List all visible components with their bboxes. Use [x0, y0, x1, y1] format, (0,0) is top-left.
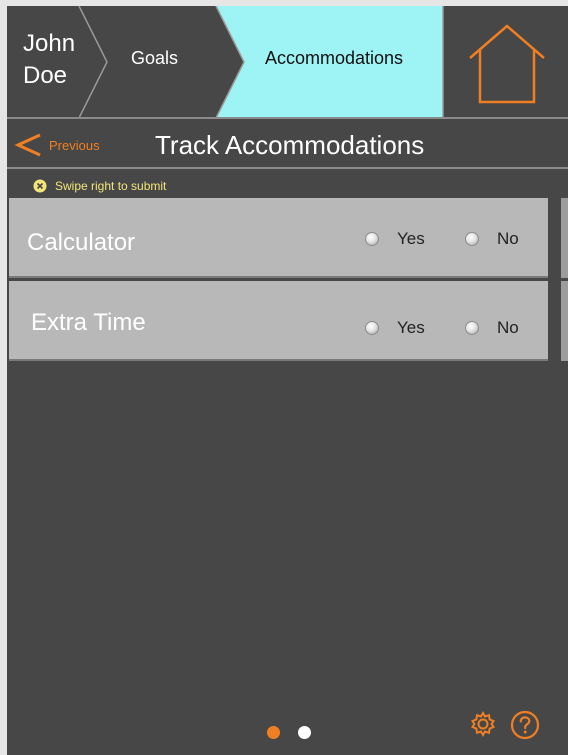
- close-circle-icon: [33, 179, 47, 193]
- radio-button[interactable]: [365, 232, 379, 246]
- no-label: No: [497, 318, 519, 337]
- accommodation-label: Calculator: [27, 229, 136, 256]
- title-bar: Previous Track Accommodations: [7, 120, 568, 168]
- swipe-hint: Swipe right to submit: [33, 179, 166, 193]
- accommodation-label: Extra Time: [31, 309, 146, 336]
- home-icon: [469, 24, 545, 104]
- settings-button[interactable]: [469, 710, 497, 743]
- accommodation-card[interactable]: Calculator Yes No: [9, 198, 548, 278]
- header-divider: [7, 117, 568, 119]
- next-card-edge: [561, 198, 568, 278]
- previous-label: Previous: [49, 137, 100, 153]
- breadcrumb-accommodations[interactable]: Accommodations: [265, 48, 403, 69]
- no-radio-option[interactable]: No: [465, 318, 519, 338]
- page-title: Track Accommodations: [155, 130, 425, 160]
- yes-radio-option[interactable]: Yes: [365, 229, 425, 249]
- radio-button[interactable]: [465, 232, 479, 246]
- page-indicator[interactable]: [298, 726, 311, 739]
- chevron-left-icon: [14, 133, 41, 157]
- no-label: No: [497, 229, 519, 248]
- previous-button[interactable]: Previous: [13, 132, 100, 158]
- swipe-hint-text: Swipe right to submit: [55, 179, 167, 193]
- app-screen: John Doe Goals Accommodations Previous T…: [7, 6, 568, 755]
- home-button[interactable]: [460, 16, 554, 106]
- title-divider: [7, 167, 568, 169]
- breadcrumb-goals[interactable]: Goals: [131, 48, 178, 69]
- radio-button[interactable]: [465, 321, 479, 335]
- help-button[interactable]: [510, 710, 540, 745]
- no-radio-option[interactable]: No: [465, 229, 519, 249]
- yes-label: Yes: [397, 229, 425, 248]
- breadcrumb-student-name[interactable]: John Doe: [23, 28, 93, 92]
- yes-label: Yes: [397, 318, 425, 337]
- next-card-edge: [561, 281, 568, 361]
- yes-radio-option[interactable]: Yes: [365, 318, 425, 338]
- radio-button[interactable]: [365, 321, 379, 335]
- gear-icon: [471, 710, 495, 738]
- help-icon: [510, 710, 540, 740]
- page-indicator-active[interactable]: [267, 726, 280, 739]
- accommodation-card[interactable]: Extra Time Yes No: [9, 281, 548, 361]
- breadcrumb: John Doe Goals Accommodations: [7, 6, 568, 118]
